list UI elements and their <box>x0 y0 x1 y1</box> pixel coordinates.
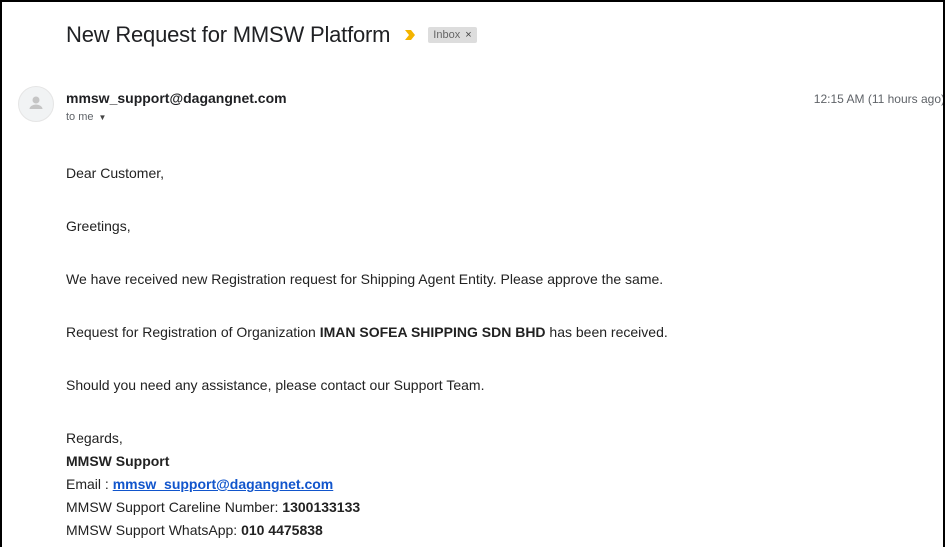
whatsapp-number: 010 4475838 <box>241 522 323 538</box>
org-suffix: has been received. <box>545 324 668 340</box>
avatar[interactable] <box>18 86 54 122</box>
close-icon[interactable]: × <box>465 29 471 41</box>
body-line-registration: We have received new Registration reques… <box>66 271 664 287</box>
org-prefix: Request for Registration of Organization <box>66 324 320 340</box>
whatsapp-label: MMSW Support WhatsApp: <box>66 522 242 538</box>
inbox-label-text: Inbox <box>433 29 461 41</box>
recipient-text: to me <box>66 111 94 123</box>
subject-row: New Request for MMSW Platform Inbox × <box>66 22 477 48</box>
support-email-link[interactable]: mmsw_support@dagangnet.com <box>113 476 334 492</box>
email-view: New Request for MMSW Platform Inbox × mm… <box>0 0 945 547</box>
greetings-line: Greetings, <box>66 218 131 234</box>
email-subject: New Request for MMSW Platform <box>66 22 391 47</box>
signature-email-line: Email : mmsw_support@dagangnet.com <box>66 476 333 492</box>
careline-number: 1300133133 <box>282 499 361 515</box>
email-timestamp: 12:15 AM (11 hours ago) <box>813 92 945 106</box>
body-line-organization: Request for Registration of Organization… <box>66 324 668 340</box>
caret-down-icon[interactable]: ▼ <box>99 113 107 122</box>
avatar-person-icon <box>29 96 43 109</box>
inbox-label-chip[interactable]: Inbox × <box>428 27 477 43</box>
organization-name: IMAN SOFEA SHIPPING SDN BHD <box>319 324 546 340</box>
body-line-assistance: Should you need any assistance, please c… <box>66 377 485 393</box>
importance-marker-icon[interactable] <box>404 29 416 41</box>
careline-label: MMSW Support Careline Number: <box>66 499 283 515</box>
careline-line: MMSW Support Careline Number: 1300133133 <box>66 499 360 515</box>
email-label: Email : <box>66 476 113 492</box>
signature-name: MMSW Support <box>66 453 170 469</box>
sender-address[interactable]: mmsw_support@dagangnet.com <box>66 90 287 106</box>
greeting-line: Dear Customer, <box>66 165 165 181</box>
regards-line: Regards, <box>66 430 123 446</box>
whatsapp-line: MMSW Support WhatsApp: 010 4475838 <box>66 522 323 538</box>
recipient-toggle[interactable]: to me ▼ <box>66 111 106 123</box>
